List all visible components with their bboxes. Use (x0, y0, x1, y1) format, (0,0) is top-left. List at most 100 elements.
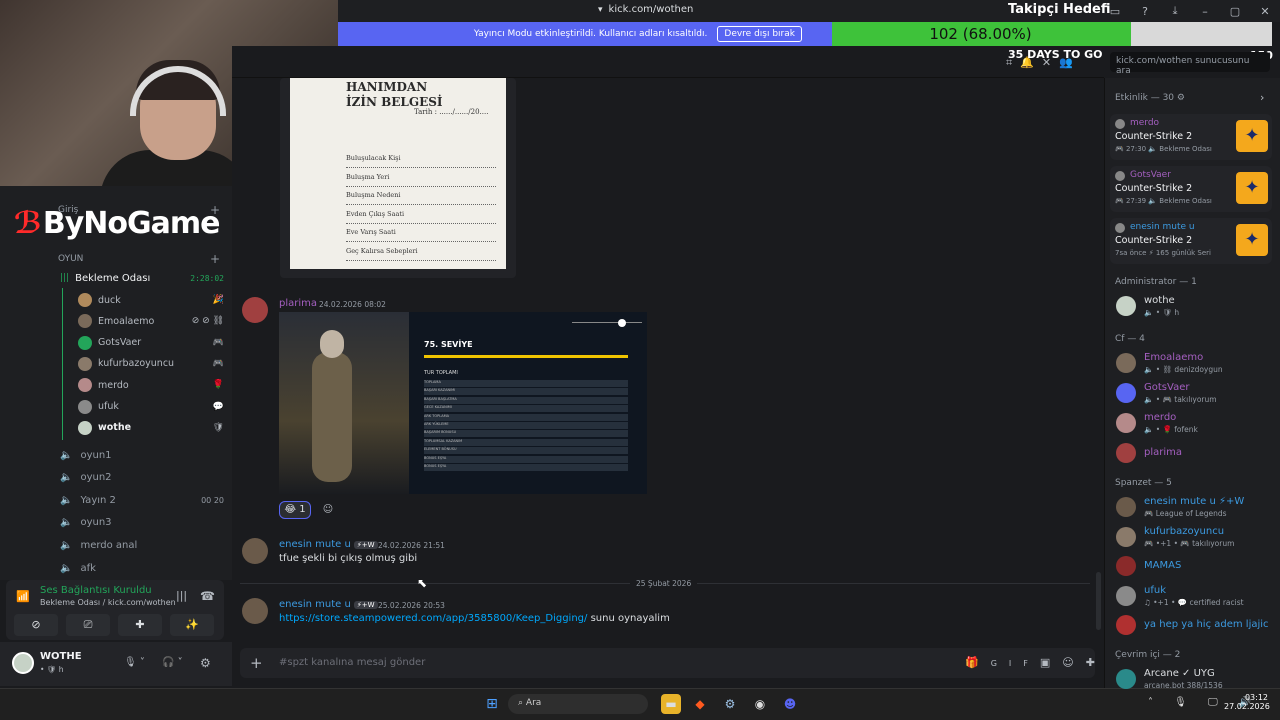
speaker-icon: 🔈 (60, 517, 73, 529)
discord-icon[interactable]: ☻ (780, 694, 800, 714)
gift-icon[interactable]: 🎁 (965, 656, 991, 669)
screen-share-button[interactable]: ⎚ (66, 614, 110, 636)
avatar[interactable] (1116, 585, 1136, 606)
message-author[interactable]: enesin mute u ⚡+W (279, 539, 378, 550)
member-name[interactable]: ufuk (1144, 585, 1166, 596)
close-button[interactable]: ✕ (1250, 5, 1280, 18)
voice-user-row[interactable]: GotsVaer 🎮 (78, 333, 224, 353)
message-author[interactable]: enesin mute u ⚡+W (279, 599, 378, 610)
settings-gear-icon[interactable]: ⚙ (200, 656, 211, 670)
avatar[interactable] (242, 598, 268, 624)
disable-button[interactable]: Devre dışı bırak (717, 26, 802, 42)
member-name[interactable]: MAMAS (1144, 560, 1181, 571)
member-section-title[interactable]: Administrator — 1 (1115, 277, 1197, 287)
speaker-icon: 🔈 (60, 472, 73, 484)
avatar[interactable] (242, 538, 268, 564)
category-oyun[interactable]: OYUN (58, 254, 83, 264)
voice-user-row[interactable]: ufuk 💬 (78, 397, 224, 417)
maximize-button[interactable]: ▢ (1220, 5, 1250, 18)
voice-user-row[interactable]: merdo 🌹 (78, 375, 224, 395)
voice-user-row[interactable]: wothe 🛡 (78, 418, 224, 438)
game-stat-row: ARK TOPLAMA (424, 413, 628, 421)
member-name[interactable]: enesin mute u ⚡+W (1144, 496, 1244, 507)
add-channel-icon[interactable]: + (210, 252, 220, 266)
brave-browser-icon[interactable]: ◆ (690, 694, 710, 714)
taskbar-clock[interactable]: 03:12 27.02.2026 (1224, 693, 1270, 711)
chevron-right-icon[interactable]: › (1260, 91, 1264, 104)
mic-button[interactable]: 🎙 ˅ (124, 657, 145, 668)
avatar[interactable] (1116, 443, 1136, 463)
channel-user-count: 00 20 (201, 495, 224, 505)
steam-icon[interactable]: ⚙ (720, 694, 740, 714)
member-section-title[interactable]: Cf — 4 (1115, 334, 1145, 344)
user-avatar[interactable] (12, 652, 34, 674)
emoji-icon[interactable]: ☺ (1062, 656, 1085, 669)
member-name[interactable]: Arcane ✓ UYG (1144, 668, 1215, 679)
server-search-input[interactable]: kick.com/wothen sunucusunu ara (1110, 52, 1270, 76)
download-button[interactable]: ⤓ (1160, 4, 1190, 18)
message-author[interactable]: plarima (279, 298, 317, 309)
avatar (78, 420, 92, 435)
camera-toggle-button[interactable]: ⊘ (14, 614, 58, 636)
member-name[interactable]: kufurbazoyuncu (1144, 526, 1224, 537)
activity-section-title[interactable]: Etkinlik — 30 ⚙ (1115, 93, 1185, 103)
member-name[interactable]: plarima (1144, 447, 1182, 458)
minimize-button[interactable]: – (1190, 5, 1220, 18)
member-section-title[interactable]: Çevrim içi — 2 (1115, 650, 1180, 660)
steam-store-link[interactable]: https://store.steampowered.com/app/35858… (279, 613, 587, 624)
reaction-pill[interactable]: 😂 1 (279, 501, 311, 519)
follower-goal-progress: 102 (68.00%) (929, 25, 1032, 43)
activity-game: Counter-Strike 2 (1115, 183, 1193, 194)
user-name[interactable]: WOTHE (40, 651, 82, 662)
browser-url[interactable]: ▾ kick.com/wothen (598, 4, 693, 15)
member-name[interactable]: wothe (1144, 295, 1175, 306)
windows-start-icon[interactable]: ⊞ (482, 694, 502, 714)
help-button[interactable]: ? (1130, 5, 1160, 18)
voice-user-name: merdo (98, 379, 129, 391)
sticker-icon[interactable]: ▣ (1040, 656, 1062, 669)
file-explorer-icon[interactable]: ▬ (661, 694, 681, 714)
voice-channel-row[interactable]: 🔈 oyun1 (60, 445, 224, 465)
channel-name: afk (80, 562, 96, 574)
document-field: Eve Varış Saati (346, 228, 496, 243)
soundboard-button[interactable]: ✨ (170, 614, 214, 636)
voice-channel-row[interactable]: 🔈 oyun2 (60, 468, 224, 488)
member-status: 🔈 • 🛡 h (1144, 308, 1180, 317)
taskbar-search[interactable]: ⌕ Ara (508, 694, 648, 714)
voice-user-row[interactable]: duck 🎉 (78, 290, 224, 310)
member-name[interactable]: GotsVaer (1144, 382, 1189, 393)
member-name[interactable]: merdo (1144, 412, 1176, 423)
avatar[interactable] (1116, 526, 1136, 547)
chat-scrollbar[interactable] (1096, 572, 1101, 630)
add-reaction-icon[interactable]: ☺ (318, 501, 338, 519)
member-name[interactable]: Emoalaemo (1144, 352, 1203, 363)
avatar[interactable] (242, 297, 268, 323)
voice-user-row[interactable]: Emoalaemo ⊘ ⊘ ⛓ (78, 311, 224, 331)
avatar[interactable] (1116, 497, 1136, 517)
voice-user-row[interactable]: kufurbazoyuncu 🎮 (78, 354, 224, 374)
voice-channel-row[interactable]: 🔈 oyun3 (60, 513, 224, 533)
noise-suppression-icon[interactable]: ||| (176, 589, 187, 602)
obs-icon[interactable]: ◉ (750, 694, 770, 714)
voice-channel-row[interactable]: 🔈 merdo anal (60, 535, 224, 555)
voice-channel-row[interactable]: 🔈 Yayın 2 00 20 (60, 490, 224, 510)
avatar[interactable] (1116, 296, 1136, 316)
attach-plus-icon[interactable]: + (250, 654, 263, 672)
voice-channel-row[interactable]: 🔈 afk (60, 558, 224, 578)
member-section-title[interactable]: Spanzet — 5 (1115, 478, 1172, 488)
avatar[interactable] (1116, 413, 1136, 433)
avatar[interactable] (1116, 353, 1136, 373)
member-name[interactable]: ya hep ya hiç adem ljajic (1144, 619, 1269, 630)
voice-status-icon: 🌹 (212, 380, 224, 391)
message-input-placeholder[interactable]: #spzt kanalına mesaj gönder (279, 657, 425, 668)
member-status: 🔈 • ⛓ denizdoygun (1144, 365, 1223, 374)
headphones-button[interactable]: 🎧 ˅ (162, 657, 183, 668)
avatar[interactable] (1116, 383, 1136, 403)
avatar (78, 314, 92, 329)
voice-channel-bekleme[interactable]: ||| Bekleme Odası 2:28:02 (60, 270, 224, 286)
activities-button[interactable]: ✚ (118, 614, 162, 636)
voice-location[interactable]: Bekleme Odası / kick.com/wothen (40, 598, 176, 607)
disconnect-icon[interactable]: ☎ (200, 589, 215, 603)
gif-icon[interactable]: GIF (991, 659, 1040, 668)
avatar[interactable] (1116, 669, 1136, 689)
